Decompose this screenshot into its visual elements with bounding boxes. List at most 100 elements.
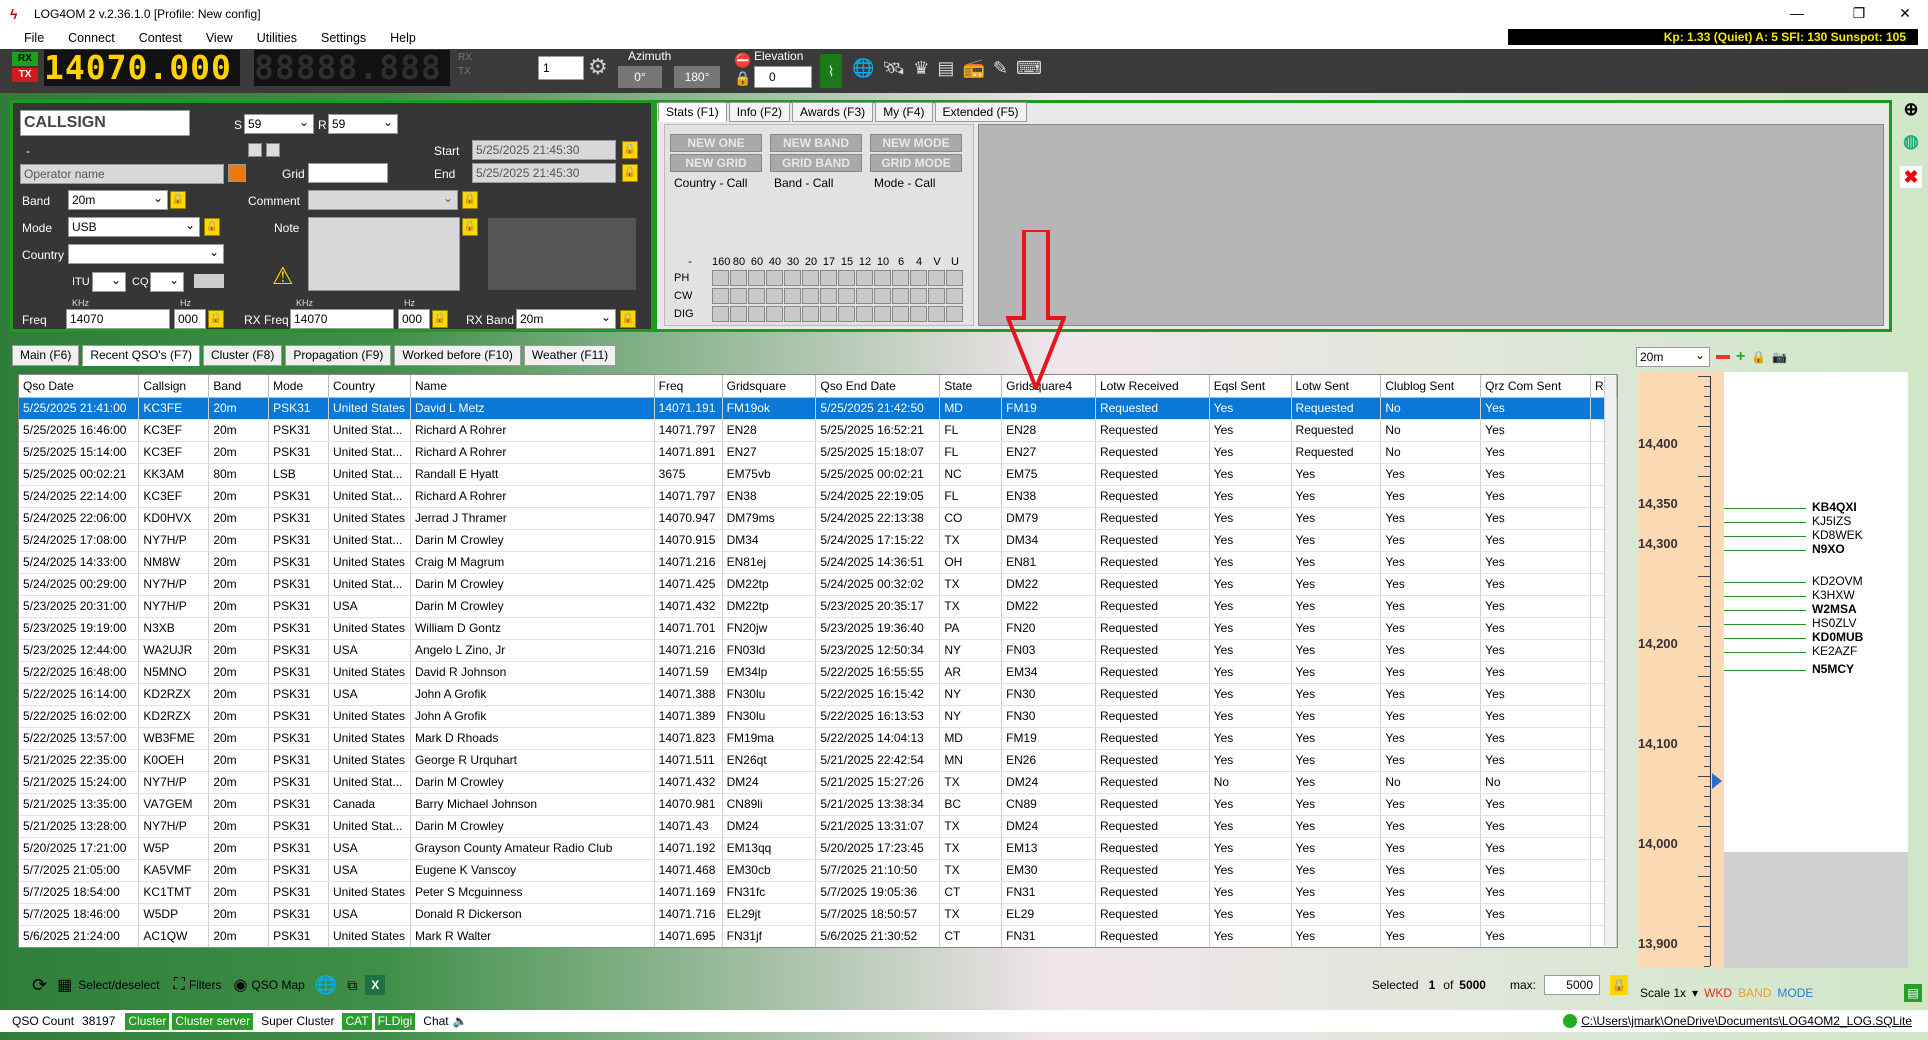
scale-dropdown-icon[interactable]: ▾: [1692, 986, 1698, 1000]
bandmap-lock-icon[interactable]: 🔒: [1751, 350, 1766, 364]
rxfreq-khz-input[interactable]: 14070: [290, 309, 394, 329]
end-lock-icon[interactable]: 🔒: [622, 164, 638, 182]
globe-side-icon[interactable]: ◍: [1900, 130, 1922, 152]
note-textarea[interactable]: [308, 217, 460, 291]
column-header[interactable]: Gridsquare: [722, 375, 817, 398]
callsign-input[interactable]: CALLSIGN: [20, 110, 190, 136]
table-row[interactable]: 5/20/2025 17:21:00 W5P 20m PSK31 USA Grayson …: [19, 837, 1617, 860]
table-select-icon[interactable]: ▦: [57, 975, 72, 995]
note-lock-icon[interactable]: 🔒: [462, 218, 478, 236]
start-lock-icon[interactable]: 🔒: [622, 141, 638, 159]
table-row[interactable]: 5/21/2025 22:35:00 K0OEH 20m PSK31 United St…: [19, 749, 1617, 772]
filter-icon[interactable]: ⛶: [174, 976, 185, 994]
column-header[interactable]: Eqsl Sent: [1209, 375, 1292, 398]
menu-contest[interactable]: Contest: [127, 31, 194, 45]
checkbox-2[interactable]: [266, 143, 280, 157]
chat-status[interactable]: Chat: [423, 1014, 448, 1028]
country-select[interactable]: [68, 243, 224, 264]
tab-cluster[interactable]: Cluster (F8): [203, 345, 283, 366]
column-header[interactable]: Clublog Sent: [1380, 375, 1482, 398]
pen-icon[interactable]: ✎: [993, 58, 1008, 79]
zoom-in-icon[interactable]: +: [1736, 348, 1745, 366]
table-row[interactable]: 5/23/2025 19:19:00 N3XB 20m PSK31 United Sta…: [19, 617, 1617, 640]
table-row[interactable]: 5/25/2025 00:02:21 KK3AM 80m LSB United Stat…: [19, 463, 1617, 486]
table-row[interactable]: 5/21/2025 13:28:00 NY7H/P 20m PSK31 United S…: [19, 815, 1617, 838]
stop-icon[interactable]: ⛔: [734, 52, 751, 69]
elevation-spinner[interactable]: 0: [754, 66, 812, 88]
table-row[interactable]: 5/22/2025 16:48:00 N5MNO 20m PSK31 United St…: [19, 661, 1617, 684]
crown-icon[interactable]: ♛: [913, 58, 929, 79]
close-button[interactable]: ✕: [1882, 0, 1928, 27]
tab-propagation[interactable]: Propagation (F9): [285, 345, 392, 366]
table-row[interactable]: 5/21/2025 13:35:00 VA7GEM 20m PSK31 Canada Ba…: [19, 793, 1617, 816]
azimuth-180-button[interactable]: 180°: [674, 66, 720, 88]
rxfreq-lock-icon[interactable]: 🔒: [432, 310, 448, 328]
menu-utilities[interactable]: Utilities: [245, 31, 309, 45]
cq-select[interactable]: [150, 271, 184, 292]
select-deselect-button[interactable]: Select/deselect: [78, 978, 159, 992]
freq-khz-input[interactable]: 14070: [66, 309, 170, 329]
spot-callsign[interactable]: HS0ZLV: [1812, 616, 1856, 630]
radio-icon[interactable]: 📻: [962, 58, 984, 79]
tab-info[interactable]: Info (F2): [728, 102, 791, 122]
azimuth-0-button[interactable]: 0°: [618, 66, 662, 88]
freq-hz-input[interactable]: 000: [174, 309, 206, 329]
tab-extended[interactable]: Extended (F5): [934, 102, 1027, 122]
gear-icon[interactable]: ⚙: [588, 54, 608, 80]
max-input[interactable]: 5000: [1544, 975, 1600, 995]
tab-main[interactable]: Main (F6): [12, 345, 80, 366]
table-row[interactable]: 5/22/2025 16:02:00 KD2RZX 20m PSK31 United S…: [19, 705, 1617, 728]
lock-icon[interactable]: 🔒: [734, 70, 751, 87]
rxfreq-hz-input[interactable]: 000: [398, 309, 430, 329]
menu-help[interactable]: Help: [378, 31, 428, 45]
table-row[interactable]: 5/24/2025 00:29:00 NY7H/P 20m PSK31 United S…: [19, 573, 1617, 596]
tab-my[interactable]: My (F4): [875, 102, 933, 122]
table-row[interactable]: 5/24/2025 17:08:00 NY7H/P 20m PSK31 United S…: [19, 529, 1617, 552]
mode-select[interactable]: USB: [68, 216, 200, 237]
spot-callsign[interactable]: KB4QXI: [1812, 500, 1857, 514]
frequency-display[interactable]: 14070.000: [44, 50, 240, 86]
rst-received-select[interactable]: 59: [328, 113, 398, 134]
table-row[interactable]: 5/24/2025 22:14:00 KC3EF 20m PSK31 United St…: [19, 485, 1617, 508]
database-path[interactable]: C:\Users\jmark\OneDrive\Documents\LOG4OM…: [1581, 1014, 1912, 1028]
radio-number-spinner[interactable]: 1: [538, 56, 584, 80]
super-cluster-status[interactable]: Super Cluster: [261, 1014, 334, 1028]
server-icon[interactable]: ▤: [937, 58, 954, 79]
spot-callsign[interactable]: KD2OVM: [1812, 574, 1863, 588]
satellite-icon[interactable]: 🛰: [882, 58, 905, 79]
speaker-icon[interactable]: 🔈: [453, 1014, 468, 1028]
table-row[interactable]: 5/6/2025 21:24:00 AC1QW 20m PSK31 United Sta…: [19, 925, 1617, 947]
operator-name-input[interactable]: Operator name: [20, 164, 224, 184]
cluster-server-status[interactable]: Cluster server: [172, 1012, 254, 1030]
max-lock-icon[interactable]: 🔒: [1610, 975, 1628, 995]
tab-recent-qsos[interactable]: Recent QSO's (F7): [82, 345, 200, 366]
zoom-out-icon[interactable]: [1716, 355, 1730, 359]
camera-icon[interactable]: 📷: [1772, 350, 1787, 364]
spot-callsign[interactable]: KD8WEK: [1812, 528, 1863, 542]
table-scrollbar[interactable]: [1604, 376, 1616, 946]
qso-map-button[interactable]: QSO Map: [251, 978, 304, 992]
cluster-status[interactable]: Cluster: [125, 1012, 170, 1030]
filters-button[interactable]: Filters: [189, 978, 222, 992]
tab-worked-before[interactable]: Worked before (F10): [394, 345, 521, 366]
table-row[interactable]: 5/25/2025 21:41:00 KC3FE 20m PSK31 United St…: [19, 397, 1617, 420]
excel-export-icon[interactable]: X: [365, 975, 386, 995]
rxband-select[interactable]: 20m: [516, 308, 616, 329]
spot-callsign[interactable]: KD0MUB: [1812, 630, 1863, 644]
spot-callsign[interactable]: W2MSA: [1812, 602, 1857, 616]
spot-callsign[interactable]: KJ5IZS: [1812, 514, 1851, 528]
bandmap-band-select[interactable]: 20m: [1636, 346, 1710, 367]
add-icon[interactable]: ⊕: [1900, 98, 1922, 120]
column-header[interactable]: Qso End Date: [815, 375, 941, 398]
fldigi-status[interactable]: FLDigi: [374, 1012, 416, 1030]
keyboard-icon[interactable]: ⌨: [1016, 58, 1042, 79]
qso-map-icon[interactable]: ◉: [233, 975, 247, 995]
menu-settings[interactable]: Settings: [309, 31, 378, 45]
column-header[interactable]: Country: [328, 375, 411, 398]
spot-callsign[interactable]: K3HXW: [1812, 588, 1855, 602]
table-row[interactable]: 5/22/2025 16:14:00 KD2RZX 20m PSK31 USA John …: [19, 683, 1617, 706]
spot-callsign[interactable]: KE2AZF: [1812, 644, 1857, 658]
table-row[interactable]: 5/22/2025 13:57:00 WB3FME 20m PSK31 United S…: [19, 727, 1617, 750]
table-row[interactable]: 5/24/2025 22:06:00 KD0HVX 20m PSK31 United S…: [19, 507, 1617, 530]
column-header[interactable]: Qrz Com Sent: [1480, 375, 1591, 398]
